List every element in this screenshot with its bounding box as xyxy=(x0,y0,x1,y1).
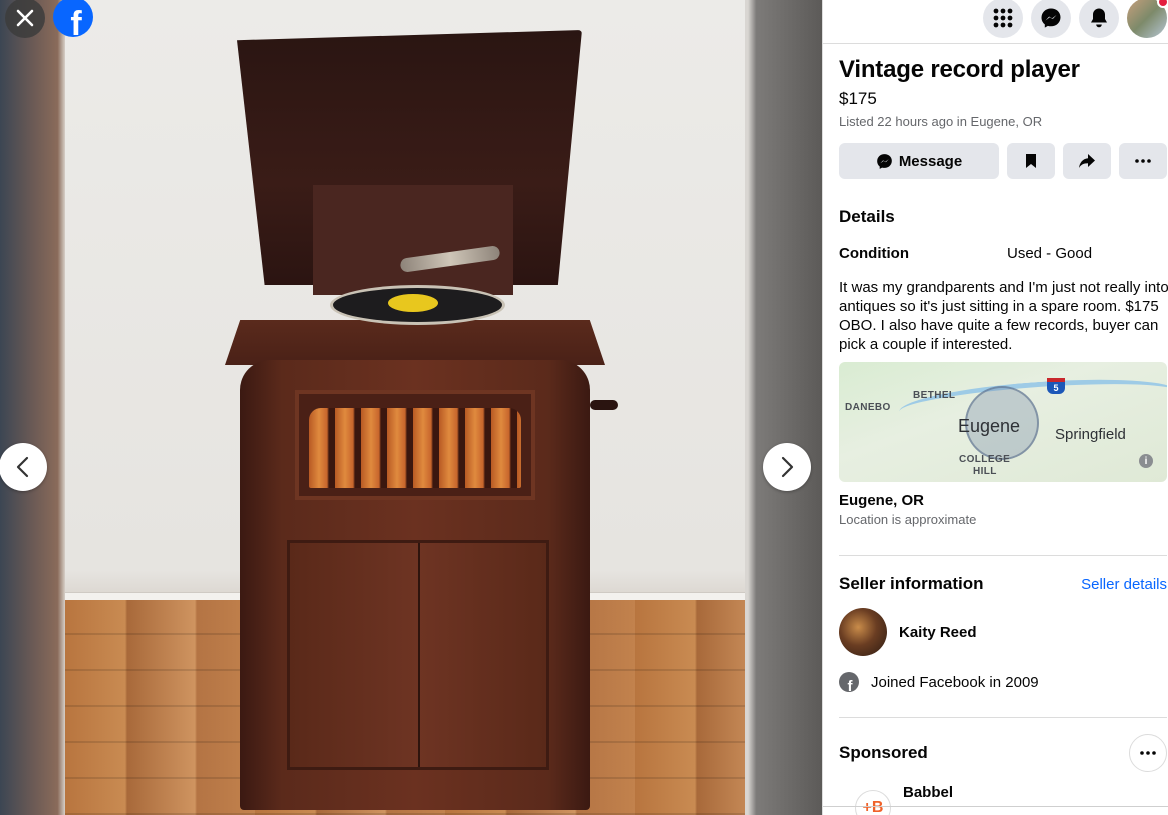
messenger-icon xyxy=(876,153,892,169)
listing-title: Vintage record player xyxy=(839,56,1080,83)
menu-button[interactable] xyxy=(983,0,1023,38)
messenger-icon xyxy=(1041,8,1061,28)
bookmark-icon xyxy=(1026,154,1036,168)
sponsored-ad[interactable]: +B Babbel xyxy=(839,784,1168,815)
map-label-college: COLLEGE xyxy=(959,454,1011,465)
notification-dot xyxy=(1157,0,1168,8)
facebook-icon: f xyxy=(839,672,859,692)
close-button[interactable] xyxy=(5,0,45,38)
share-icon xyxy=(1079,154,1095,168)
map-label-danebo: DANEBO xyxy=(845,402,891,413)
bell-icon xyxy=(1091,8,1107,28)
seller-name[interactable]: Kaity Reed xyxy=(899,624,977,641)
previous-photo-button[interactable] xyxy=(0,443,47,491)
babbel-logo-icon: +B xyxy=(855,790,891,815)
seller-profile[interactable]: Kaity Reed xyxy=(839,608,1168,656)
map-info-icon[interactable]: i xyxy=(1139,454,1153,468)
facebook-icon-letter: f xyxy=(847,678,853,692)
location-title: Eugene, OR xyxy=(839,492,925,509)
seller-heading: Seller information xyxy=(839,574,984,593)
grille-slats xyxy=(309,408,521,488)
condition-label: Condition xyxy=(839,245,909,262)
section-divider xyxy=(839,717,1167,718)
account-avatar-button[interactable] xyxy=(1127,0,1168,38)
condition-row: Condition Used - Good xyxy=(839,245,1168,262)
phonograph-crank xyxy=(590,400,618,410)
condition-value: Used - Good xyxy=(1007,245,1093,262)
listing-photo xyxy=(65,0,745,815)
facebook-logo-icon: f xyxy=(70,5,82,37)
seller-header: Seller information Seller details xyxy=(839,574,1167,594)
notifications-button[interactable] xyxy=(1079,0,1119,38)
location-subtitle: Location is approximate xyxy=(839,512,977,527)
phonograph-turntable xyxy=(330,285,505,325)
save-button[interactable] xyxy=(1007,143,1055,179)
phonograph-cabinet-top xyxy=(225,320,605,365)
sponsored-header: Sponsored xyxy=(839,734,1167,772)
map-label-eugene: Eugene xyxy=(958,416,1021,436)
share-button[interactable] xyxy=(1063,143,1111,179)
next-photo-button[interactable] xyxy=(763,443,811,491)
media-viewer: f xyxy=(0,0,822,815)
close-icon xyxy=(16,9,34,27)
map-label-hill: HILL xyxy=(973,466,997,477)
seller-joined: f Joined Facebook in 2009 xyxy=(839,672,1168,692)
record-label xyxy=(388,294,438,312)
sponsored-more-button[interactable] xyxy=(1129,734,1167,772)
phonograph-grille xyxy=(295,390,535,500)
message-button-label: Message xyxy=(898,152,963,170)
more-options-button[interactable] xyxy=(1119,143,1167,179)
map-label-bethel: BETHEL xyxy=(913,390,956,401)
phonograph-doors xyxy=(287,540,549,770)
details-heading: Details xyxy=(839,207,895,226)
listing-description: It was my grandparents and I'm just not … xyxy=(839,279,1168,353)
phonograph-inside xyxy=(313,185,513,295)
interstate-shield-icon: 5 xyxy=(1047,378,1065,394)
chevron-left-icon xyxy=(16,456,29,478)
message-button[interactable]: Message xyxy=(839,143,999,179)
bottom-divider xyxy=(823,806,1168,807)
more-dots-icon xyxy=(1140,751,1156,755)
messenger-button[interactable] xyxy=(1031,0,1071,38)
grid-menu-icon xyxy=(993,8,1013,28)
chevron-right-icon xyxy=(781,456,794,478)
location-map[interactable]: 5 BETHEL DANEBO Eugene Springfield COLLE… xyxy=(839,362,1167,482)
listing-content: Vintage record player $175 Listed 22 hou… xyxy=(823,56,1168,815)
seller-avatar[interactable] xyxy=(839,608,887,656)
more-dots-icon xyxy=(1135,159,1151,163)
map-label-springfield: Springfield xyxy=(1055,426,1126,443)
listing-time-location: Listed 22 hours ago in Eugene, OR xyxy=(839,114,1043,129)
sponsored-ad-name[interactable]: Babbel xyxy=(903,784,953,801)
listing-actions: Message xyxy=(839,143,1168,179)
seller-joined-text: Joined Facebook in 2009 xyxy=(871,673,1039,691)
seller-details-link[interactable]: Seller details xyxy=(1081,576,1167,593)
sponsored-heading: Sponsored xyxy=(839,743,928,762)
listing-price: $175 xyxy=(839,89,877,108)
top-bar xyxy=(823,0,1168,44)
listing-sidebar: Vintage record player $175 Listed 22 hou… xyxy=(822,0,1168,815)
section-divider xyxy=(839,555,1167,556)
